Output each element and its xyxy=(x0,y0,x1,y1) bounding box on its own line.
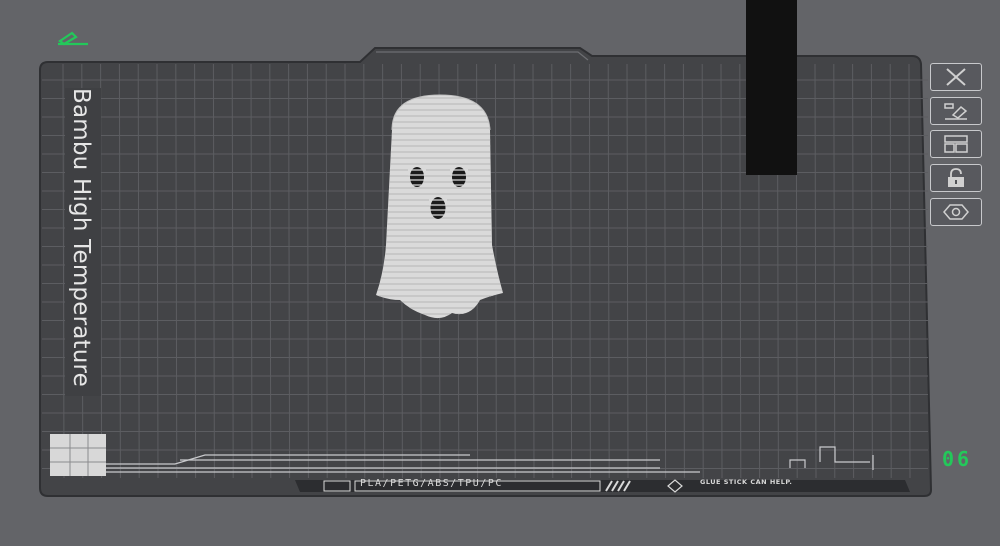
plate-name-label: Bambu High Temperature Plate xyxy=(65,88,101,396)
lock-plate-button[interactable] xyxy=(930,164,982,192)
arrange-icon xyxy=(944,135,968,153)
close-plate-button[interactable] xyxy=(930,63,982,91)
auto-orient-icon xyxy=(944,103,968,120)
glue-note-text: GLUE STICK CAN HELP. xyxy=(700,478,793,486)
arrange-button[interactable] xyxy=(930,130,982,158)
close-icon xyxy=(946,68,966,86)
edit-icon[interactable] xyxy=(58,31,88,46)
plate-settings-icon xyxy=(943,204,969,220)
plate-number[interactable]: 06 xyxy=(942,447,972,471)
plate-name-text: Bambu High Temperature Plate xyxy=(68,88,94,396)
auto-orient-button[interactable] xyxy=(930,97,982,125)
plate-settings-button[interactable] xyxy=(930,198,982,226)
printer-toolhead-bar xyxy=(746,0,797,175)
plate-filaments-text: PLA/PETG/ABS/TPU/PC xyxy=(360,478,503,489)
lock-icon xyxy=(948,168,964,187)
3d-viewport[interactable] xyxy=(0,0,1000,546)
